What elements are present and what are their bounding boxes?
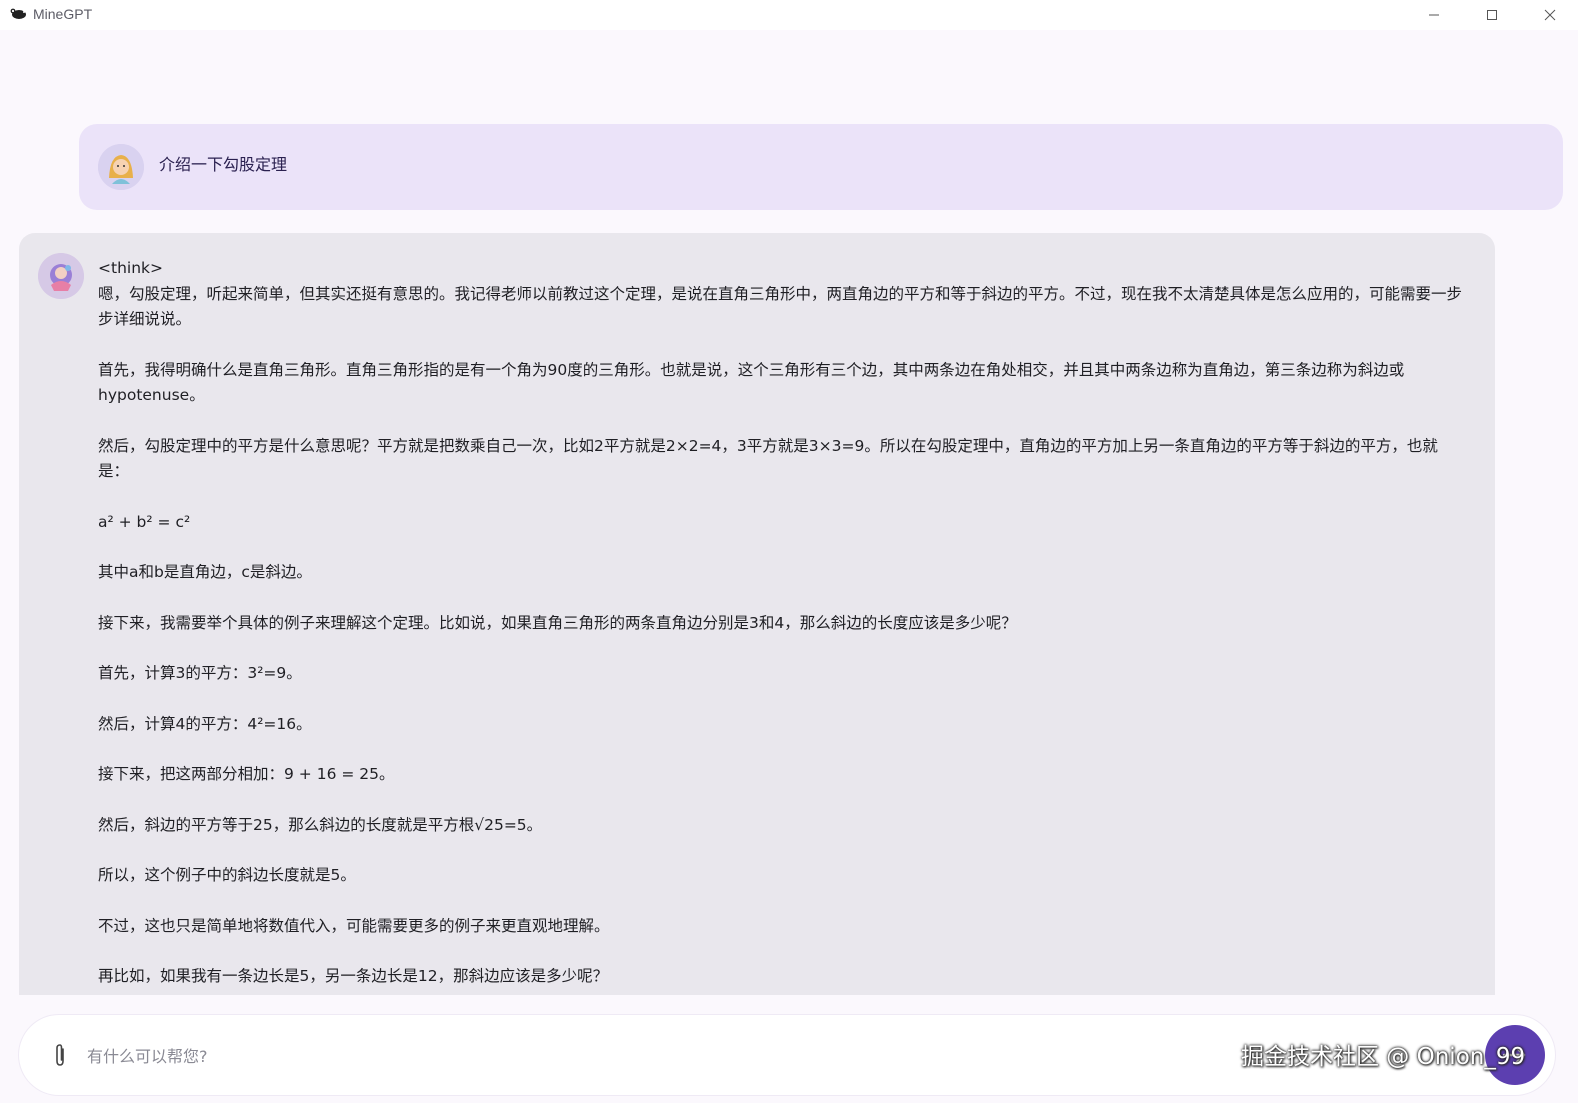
user-message-bubble: 介绍一下勾股定理 — [79, 124, 1563, 210]
message-paragraph: 嗯，勾股定理，听起来简单，但其实还挺有意思的。我记得老师以前教过这个定理，是说在… — [98, 284, 1463, 329]
close-button[interactable] — [1521, 0, 1578, 30]
assistant-message-bubble: <think> 嗯，勾股定理，听起来简单，但其实还挺有意思的。我记得老师以前教过… — [19, 233, 1495, 995]
title-bar: MineGPT — [0, 0, 1578, 30]
user-avatar-icon — [98, 144, 144, 190]
assistant-message-content: <think> 嗯，勾股定理，听起来简单，但其实还挺有意思的。我记得老师以前教过… — [98, 256, 1468, 995]
message-paragraph: 不过，这也只是简单地将数值代入，可能需要更多的例子来更直观地理解。 — [98, 916, 610, 935]
maximize-icon — [1487, 10, 1497, 20]
minimize-icon — [1429, 14, 1439, 16]
assistant-avatar-icon — [38, 253, 84, 299]
user-avatar — [98, 144, 144, 190]
message-paragraph: 其中a和b是直角边，c是斜边。 — [98, 563, 312, 581]
message-paragraph: 接下来，把这两部分相加：9 + 16 = 25。 — [98, 765, 395, 783]
close-icon — [1544, 9, 1556, 21]
message-paragraph: 然后，勾股定理中的平方是什么意思呢？平方就是把数乘自己一次，比如2平方就是2×2… — [98, 436, 1438, 481]
message-paragraph: 然后，斜边的平方等于25，那么斜边的长度就是平方根√25=5。 — [98, 815, 543, 834]
assistant-avatar — [38, 253, 84, 299]
window-title: MineGPT — [33, 6, 93, 22]
message-paragraph: 所以，这个例子中的斜边长度就是5。 — [98, 866, 356, 884]
watermark: 掘金技术社区 @ Onion_99 — [1241, 1044, 1526, 1070]
message-paragraph: 然后，计算4的平方：4²=16。 — [98, 714, 312, 733]
message-paragraph: 首先，计算3的平方：3²=9。 — [98, 664, 302, 682]
app-icon — [10, 8, 26, 19]
minimize-button[interactable] — [1405, 0, 1463, 30]
think-tag: <think> — [98, 259, 163, 277]
message-paragraph: 首先，我得明确什么是直角三角形。直角三角形指的是有一个角为90度的三角形。也就是… — [98, 360, 1405, 405]
message-paragraph: 再比如，如果我有一条边长是5，另一条边长是12，那斜边应该是多少呢？ — [98, 967, 609, 985]
maximize-button[interactable] — [1463, 0, 1521, 30]
message-input[interactable] — [85, 1035, 1189, 1077]
user-message-text: 介绍一下勾股定理 — [159, 155, 288, 174]
message-paragraph: 接下来，我需要举个具体的例子来理解这个定理。比如说，如果直角三角形的两条直角边分… — [98, 613, 1017, 632]
paperclip-icon[interactable] — [49, 1043, 71, 1069]
formula: a² + b² = c² — [98, 512, 191, 531]
